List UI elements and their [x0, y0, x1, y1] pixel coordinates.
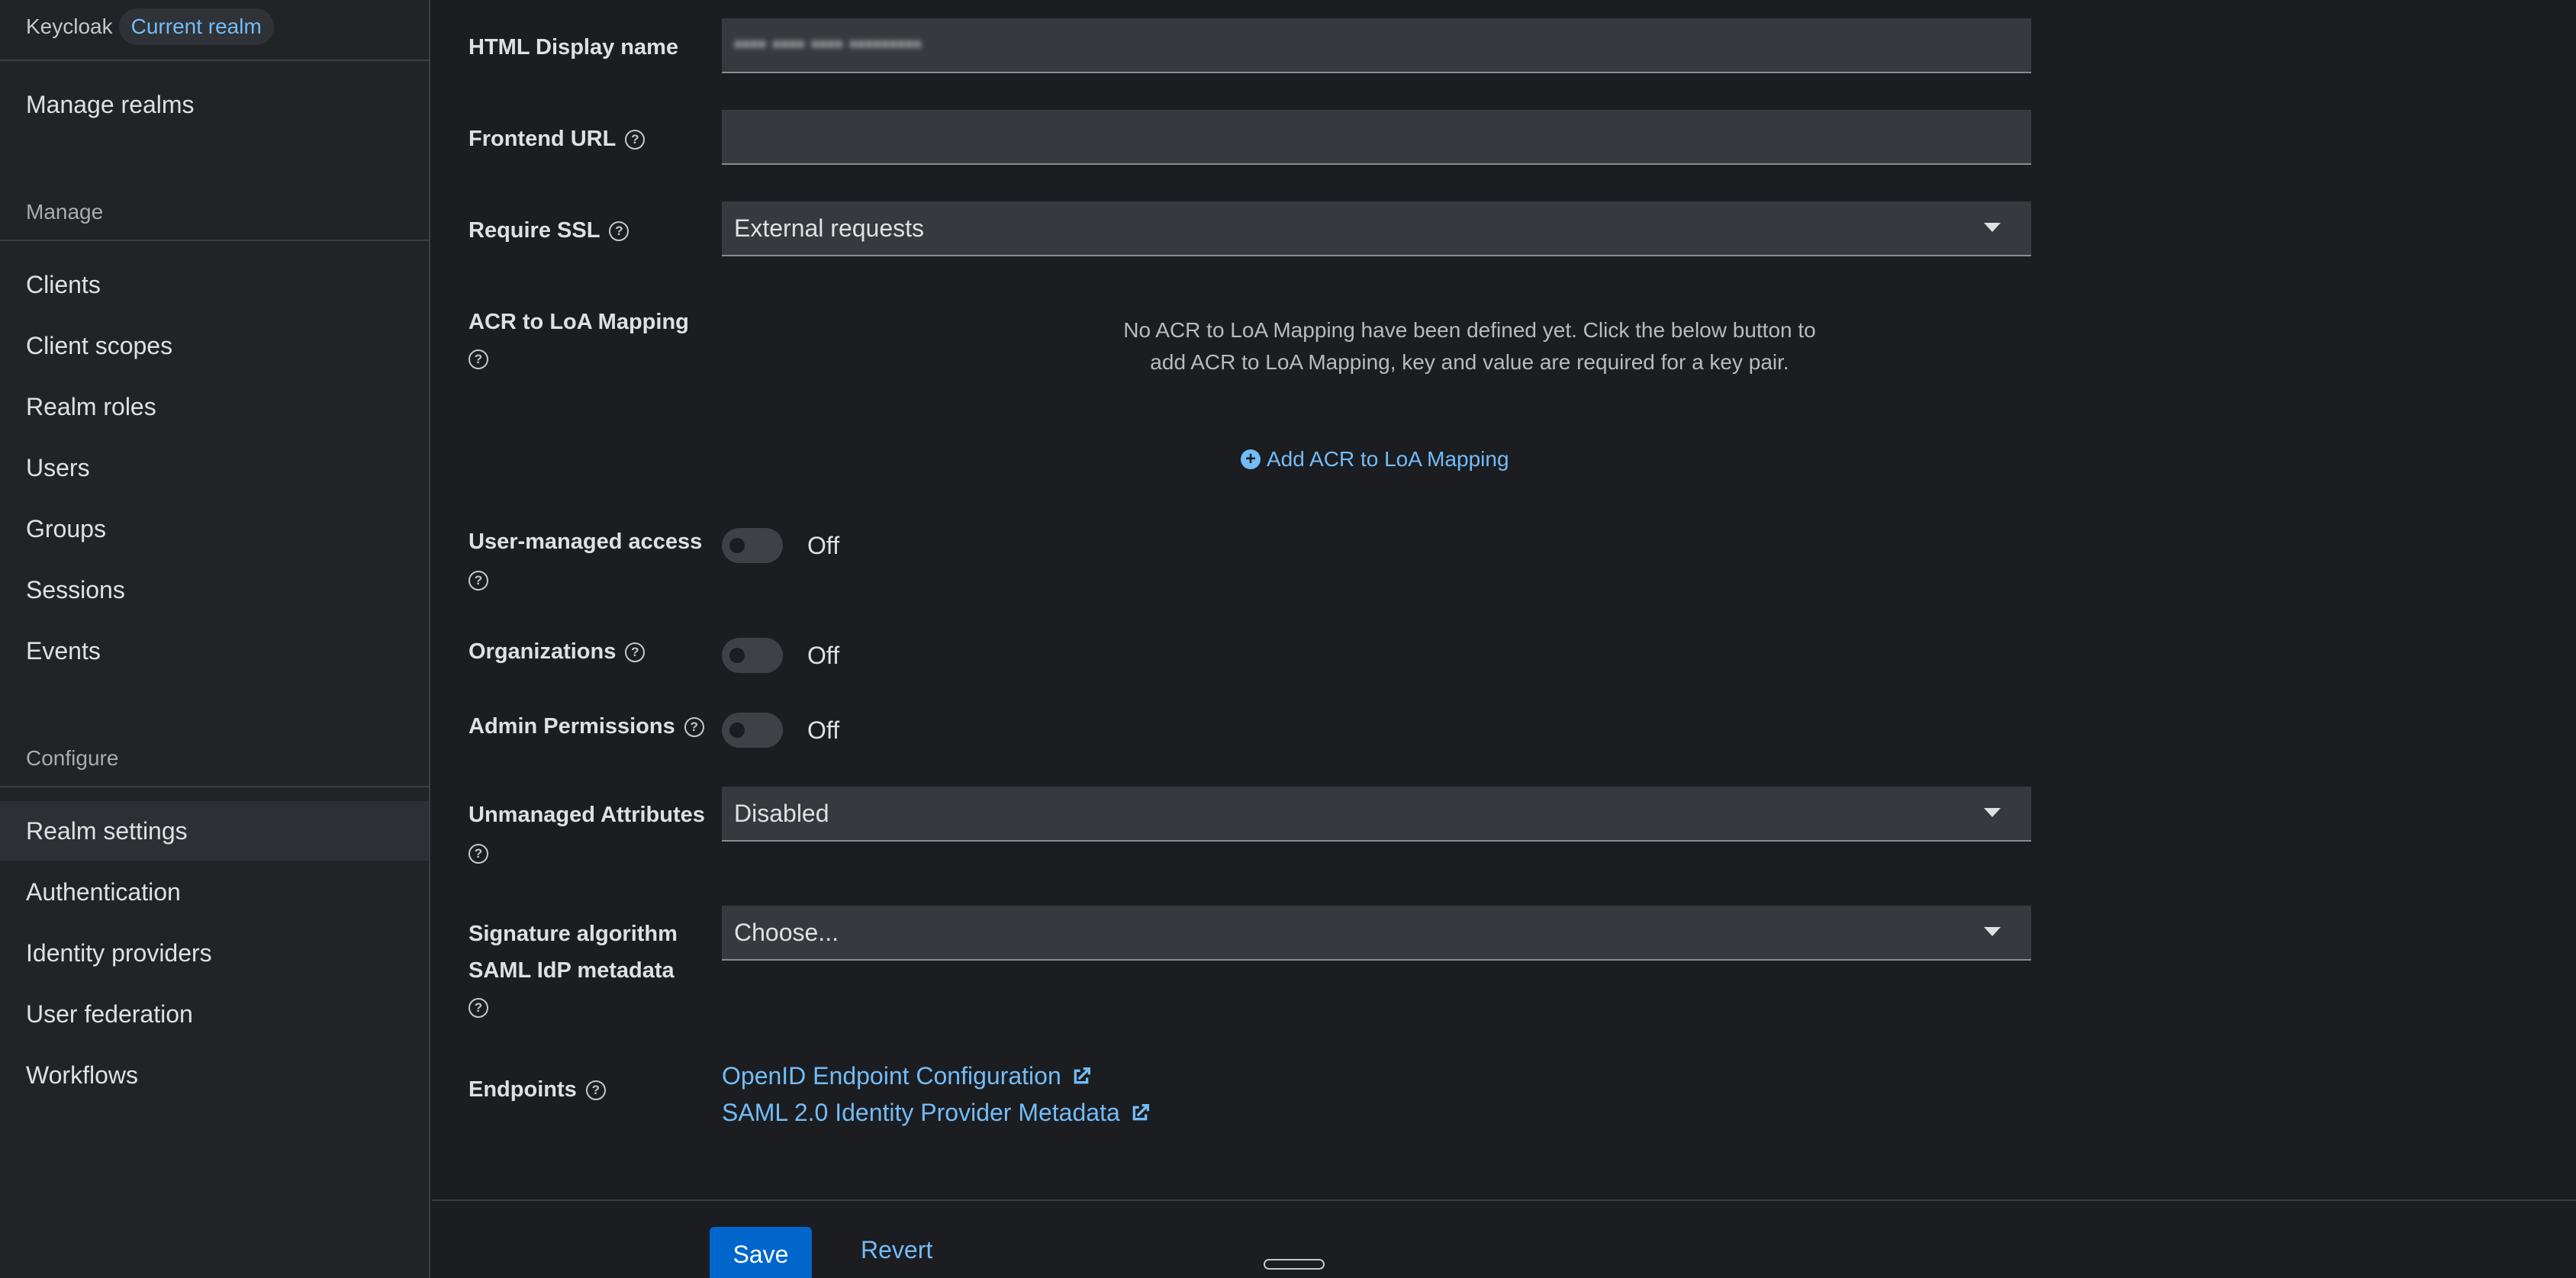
add-acr-loa-button[interactable]: + Add ACR to LoA Mapping	[1241, 447, 1509, 472]
add-acr-loa-label: Add ACR to LoA Mapping	[1267, 447, 1509, 471]
require-ssl-label: Require SSL?	[469, 212, 630, 249]
acr-loa-empty-state: No ACR to LoA Mapping have been defined …	[1123, 318, 1816, 374]
sidebar-item-user-federation[interactable]: User federation	[0, 984, 429, 1044]
help-icon[interactable]: ?	[469, 571, 488, 591]
user-managed-access-label: User-managed access	[469, 530, 703, 554]
require-ssl-select[interactable]: External requests	[722, 201, 2031, 256]
openid-endpoint-label: OpenID Endpoint Configuration	[722, 1062, 1061, 1090]
toggle-knob	[729, 538, 745, 553]
sidebar: Keycloak Current realm Manage realms Man…	[0, 0, 430, 1278]
sidebar-item-clients[interactable]: Clients	[0, 255, 429, 314]
html-display-name-input[interactable]: •••• •••• •••• •••••••••	[722, 18, 2031, 73]
realm-settings-form: HTML Display name •••• •••• •••• •••••••…	[432, 0, 2576, 1278]
openid-endpoint-link[interactable]: OpenID Endpoint Configuration	[722, 1062, 1093, 1090]
sidebar-item-realm-settings[interactable]: Realm settings	[0, 801, 429, 861]
sidebar-item-users[interactable]: Users	[0, 438, 429, 497]
current-realm-pill[interactable]: Current realm	[118, 8, 274, 45]
help-icon[interactable]: ?	[625, 130, 646, 150]
html-display-name-label: HTML Display name	[469, 35, 679, 60]
user-managed-access-help: ?	[469, 571, 488, 591]
divider	[0, 240, 430, 241]
brand-label: Keycloak	[26, 14, 113, 38]
help-icon[interactable]: ?	[469, 349, 488, 369]
drag-handle[interactable]	[1264, 1259, 1325, 1270]
signature-algorithm-value: Choose...	[734, 918, 839, 946]
external-link-icon	[1074, 1067, 1090, 1083]
footer-divider	[432, 1199, 2576, 1201]
organizations-label: Organizations?	[469, 633, 646, 670]
divider	[0, 60, 430, 61]
sidebar-item-sessions[interactable]: Sessions	[0, 560, 429, 620]
sidebar-item-authentication[interactable]: Authentication	[0, 862, 429, 922]
saml-idp-metadata-link-label: SAML 2.0 Identity Provider Metadata	[722, 1099, 1120, 1126]
frontend-url-input[interactable]	[722, 110, 2031, 165]
toggle-knob	[729, 648, 745, 663]
unmanaged-attributes-label: Unmanaged Attributes	[469, 803, 705, 827]
unmanaged-attributes-value: Disabled	[734, 799, 829, 827]
require-ssl-value: External requests	[734, 214, 925, 242]
organizations-toggle[interactable]	[722, 638, 783, 673]
sidebar-item-realm-roles[interactable]: Realm roles	[0, 377, 429, 436]
unmanaged-attributes-select[interactable]: Disabled	[722, 787, 2031, 842]
sidebar-item-workflows[interactable]: Workflows	[0, 1045, 429, 1105]
nav-section-manage: Manage	[26, 200, 104, 224]
save-button[interactable]: Save	[710, 1227, 812, 1278]
admin-permissions-switch: Off	[722, 713, 839, 748]
frontend-url-label: Frontend URL?	[469, 121, 646, 157]
user-managed-access-toggle[interactable]	[722, 528, 783, 563]
unmanaged-attributes-help: ?	[469, 844, 488, 864]
external-link-icon	[1132, 1103, 1149, 1120]
user-managed-access-state: Off	[807, 531, 840, 559]
revert-button[interactable]: Revert	[861, 1236, 932, 1264]
help-icon[interactable]: ?	[684, 717, 704, 738]
plus-circle-icon: +	[1241, 449, 1261, 469]
caret-down-icon	[1984, 927, 2001, 936]
nav-section-configure: Configure	[26, 746, 119, 770]
help-icon[interactable]: ?	[585, 1080, 606, 1101]
help-icon[interactable]: ?	[625, 642, 646, 663]
sidebar-item-groups[interactable]: Groups	[0, 499, 429, 559]
user-managed-access-switch: Off	[722, 528, 839, 563]
signature-algorithm-select[interactable]: Choose...	[722, 906, 2031, 961]
signature-algorithm-help: ?	[469, 998, 488, 1018]
organizations-state: Off	[807, 641, 840, 669]
signature-algorithm-label: Signature algorithm	[469, 922, 678, 946]
saml-idp-metadata-link[interactable]: SAML 2.0 Identity Provider Metadata	[722, 1099, 1152, 1127]
realm-header: Keycloak Current realm	[26, 6, 274, 47]
endpoints-label: Endpoints?	[469, 1071, 606, 1108]
divider	[0, 786, 430, 787]
admin-permissions-state: Off	[807, 716, 840, 744]
sidebar-item-manage-realms[interactable]: Manage realms	[0, 75, 429, 134]
help-icon[interactable]: ?	[469, 998, 488, 1018]
sidebar-item-client-scopes[interactable]: Client scopes	[0, 316, 429, 375]
organizations-switch: Off	[722, 638, 839, 673]
toggle-knob	[729, 723, 745, 738]
acr-loa-help: ?	[469, 349, 488, 369]
saml-idp-metadata-label: SAML IdP metadata	[469, 958, 675, 983]
admin-permissions-label: Admin Permissions?	[469, 708, 704, 745]
caret-down-icon	[1984, 808, 2001, 817]
caret-down-icon	[1984, 223, 2001, 232]
help-icon[interactable]: ?	[609, 221, 630, 242]
sidebar-item-identity-providers[interactable]: Identity providers	[0, 923, 429, 983]
html-display-name-value: •••• •••• •••• •••••••••	[734, 32, 922, 57]
sidebar-item-events[interactable]: Events	[0, 621, 429, 681]
help-icon[interactable]: ?	[469, 844, 488, 864]
acr-loa-label: ACR to LoA Mapping	[469, 310, 689, 334]
admin-permissions-toggle[interactable]	[722, 713, 783, 748]
